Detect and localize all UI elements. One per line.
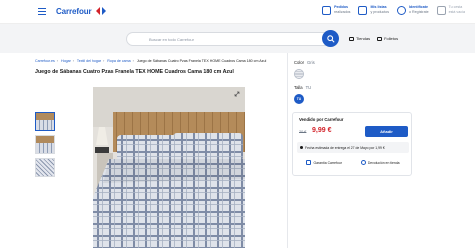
add-to-cart-button[interactable]: Añadir (365, 126, 408, 137)
sold-by: Vendido por Carrefour (299, 117, 344, 122)
carrefour-logo-icon (95, 7, 106, 15)
delivery-text: Fecha estimada de entrega el 27 de Mayo … (305, 145, 385, 150)
warranty-label: Garantía Carrefour (313, 160, 342, 165)
search-input[interactable]: Buscar en todo Carrefour (126, 32, 336, 46)
box-icon (322, 6, 332, 15)
carrefour-logo[interactable]: Carrefour (56, 6, 107, 16)
flyers-link[interactable]: Folletos (377, 36, 398, 41)
color-swatch[interactable] (294, 69, 304, 79)
warranty-feature: Garantía Carrefour (306, 160, 342, 165)
page-title: Juego de Sábanas Cuatro Pzas Franela TEX… (35, 69, 234, 75)
orders-link[interactable]: Pedidos realizados (322, 5, 350, 15)
login-link[interactable]: Identifícate o Regístrate (397, 5, 429, 15)
breadcrumb-item[interactable]: Carrefour.es (35, 59, 55, 63)
flyer-icon (377, 36, 383, 41)
store-icon (349, 36, 354, 41)
size-label: Talla (294, 85, 303, 90)
return-feature: Devolución en tienda (360, 160, 400, 165)
product-thumbnail[interactable] (35, 135, 55, 154)
price: 9,99 € (312, 127, 332, 134)
size-chip[interactable]: TU (294, 94, 304, 104)
delivery-bullet-icon (300, 146, 303, 149)
old-price: 20 € (299, 130, 307, 134)
return-icon (360, 160, 366, 165)
return-label: Devolución en tienda (367, 160, 400, 165)
cart-link[interactable]: Tu cesta está vacía (436, 5, 465, 15)
orders-bottom: realizados (334, 9, 351, 14)
bed-illustration (93, 87, 245, 248)
search-button[interactable] (322, 30, 339, 47)
product-image[interactable] (93, 87, 245, 248)
product-thumbnail[interactable] (35, 112, 55, 131)
divider (287, 53, 288, 248)
user-icon (397, 6, 407, 15)
stores-label: Tiendas (356, 36, 371, 41)
breadcrumb-item[interactable]: Ropa de cama (107, 59, 130, 63)
top-header: Carrefour Pedidos realizados Mis listas … (0, 0, 475, 24)
cart-icon (436, 6, 446, 15)
cart-bottom: está vacía (448, 9, 465, 14)
menu-icon[interactable] (38, 8, 46, 15)
expand-icon[interactable] (234, 91, 240, 97)
login-bottom: o Regístrate (409, 9, 429, 14)
product-thumbnail[interactable] (35, 158, 55, 177)
breadcrumb-item[interactable]: Hogar (61, 59, 71, 63)
list-icon (358, 6, 368, 15)
lists-link[interactable]: Mis listas y productos (358, 5, 389, 15)
flyers-label: Folletos (384, 36, 399, 41)
color-value: Gris (307, 60, 315, 65)
features: Garantía Carrefour Devolución en tienda (297, 160, 409, 165)
size-value: TU (305, 85, 312, 90)
breadcrumb-current: Juego de Sábanas Cuatro Pzas Franela TEX… (136, 59, 267, 63)
breadcrumb: Carrefour.es › Hogar › Textil del hogar › R… (35, 59, 267, 63)
size-option: Talla TU (294, 85, 311, 90)
stores-link[interactable]: Tiendas (349, 36, 370, 41)
delivery-info: Fecha estimada de entrega el 27 de Mayo … (297, 142, 409, 153)
search-band: Buscar en todo Carrefour Tiendas Folleto… (0, 24, 475, 53)
logo-text: Carrefour (56, 6, 92, 16)
thumbnail-list (35, 112, 55, 177)
shield-icon (306, 160, 312, 165)
color-option: Color Gris (294, 60, 315, 65)
buy-box: Vendido por Carrefour 20 € 9,99 € Añadir… (292, 112, 412, 176)
breadcrumb-item[interactable]: Textil del hogar (77, 59, 101, 63)
lists-bottom: y productos (370, 9, 390, 14)
search-icon (326, 34, 335, 43)
color-label: Color (294, 60, 305, 65)
